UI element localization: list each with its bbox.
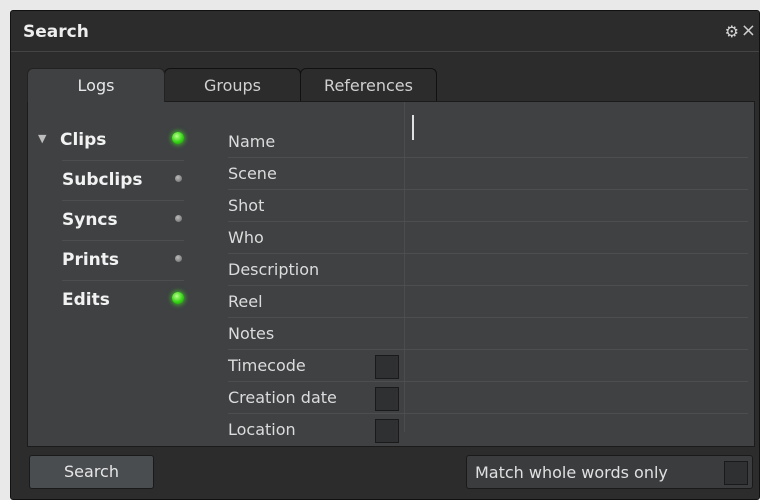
status-led-icon[interactable] xyxy=(175,255,182,262)
field-timecode[interactable]: Timecode xyxy=(228,350,748,382)
field-label: Creation date xyxy=(228,388,337,407)
field-label: Description xyxy=(228,260,320,279)
divider xyxy=(62,200,184,201)
log-item-clips[interactable]: ▼ Clips xyxy=(38,122,184,160)
window-title: Search xyxy=(23,22,89,42)
settings-gear-icon[interactable]: ⚙ xyxy=(725,22,739,41)
match-whole-words-option[interactable]: Match whole words only xyxy=(466,455,753,489)
logs-panel: ▼ Clips Subclips Syncs Prints Edits Name xyxy=(27,101,755,447)
log-item-label: Clips xyxy=(60,130,107,150)
field-reel[interactable]: Reel xyxy=(228,286,748,318)
status-led-icon[interactable] xyxy=(175,175,182,182)
status-led-icon[interactable] xyxy=(172,132,184,144)
tab-label: Groups xyxy=(203,76,262,95)
tab-references[interactable]: References xyxy=(300,68,437,102)
timecode-checkbox[interactable] xyxy=(375,355,399,379)
tab-label: Logs xyxy=(77,76,115,95)
divider xyxy=(62,160,184,161)
log-item-edits[interactable]: Edits xyxy=(38,282,184,320)
title-bar: Search ⚙ × xyxy=(11,11,759,52)
status-led-icon[interactable] xyxy=(172,292,184,304)
field-description[interactable]: Description xyxy=(228,254,748,286)
tab-label: References xyxy=(324,76,413,95)
status-led-icon[interactable] xyxy=(175,215,182,222)
log-item-label: Edits xyxy=(62,290,110,310)
field-who[interactable]: Who xyxy=(228,222,748,254)
log-item-label: Prints xyxy=(62,250,120,270)
divider xyxy=(62,280,184,281)
creation-date-checkbox[interactable] xyxy=(375,387,399,411)
search-window: Search ⚙ × Logs Groups References ▼ Clip… xyxy=(10,10,760,500)
log-item-label: Subclips xyxy=(62,170,143,190)
field-name[interactable]: Name xyxy=(228,126,748,158)
close-icon[interactable]: × xyxy=(741,20,756,41)
field-label: Reel xyxy=(228,292,263,311)
expand-triangle-icon[interactable]: ▼ xyxy=(38,132,46,145)
field-label: Name xyxy=(228,132,276,151)
field-label: Timecode xyxy=(228,356,306,375)
log-item-prints[interactable]: Prints xyxy=(38,242,184,280)
search-button[interactable]: Search xyxy=(29,455,154,489)
field-label: Location xyxy=(228,420,296,439)
field-label: Notes xyxy=(228,324,275,343)
tab-logs[interactable]: Logs xyxy=(27,68,165,102)
field-creation-date[interactable]: Creation date xyxy=(228,382,748,414)
log-item-syncs[interactable]: Syncs xyxy=(38,202,184,240)
field-location[interactable]: Location xyxy=(228,414,748,446)
field-shot[interactable]: Shot xyxy=(228,190,748,222)
field-notes[interactable]: Notes xyxy=(228,318,748,350)
field-label: Who xyxy=(228,228,264,247)
location-checkbox[interactable] xyxy=(375,419,399,443)
match-whole-words-label: Match whole words only xyxy=(475,463,668,482)
field-scene[interactable]: Scene xyxy=(228,158,748,190)
tab-groups[interactable]: Groups xyxy=(164,68,301,102)
field-label: Scene xyxy=(228,164,277,183)
log-item-subclips[interactable]: Subclips xyxy=(38,162,184,200)
log-item-label: Syncs xyxy=(62,210,118,230)
divider xyxy=(62,240,184,241)
match-whole-words-checkbox[interactable] xyxy=(724,461,748,485)
field-label: Shot xyxy=(228,196,265,215)
text-cursor xyxy=(412,115,414,140)
